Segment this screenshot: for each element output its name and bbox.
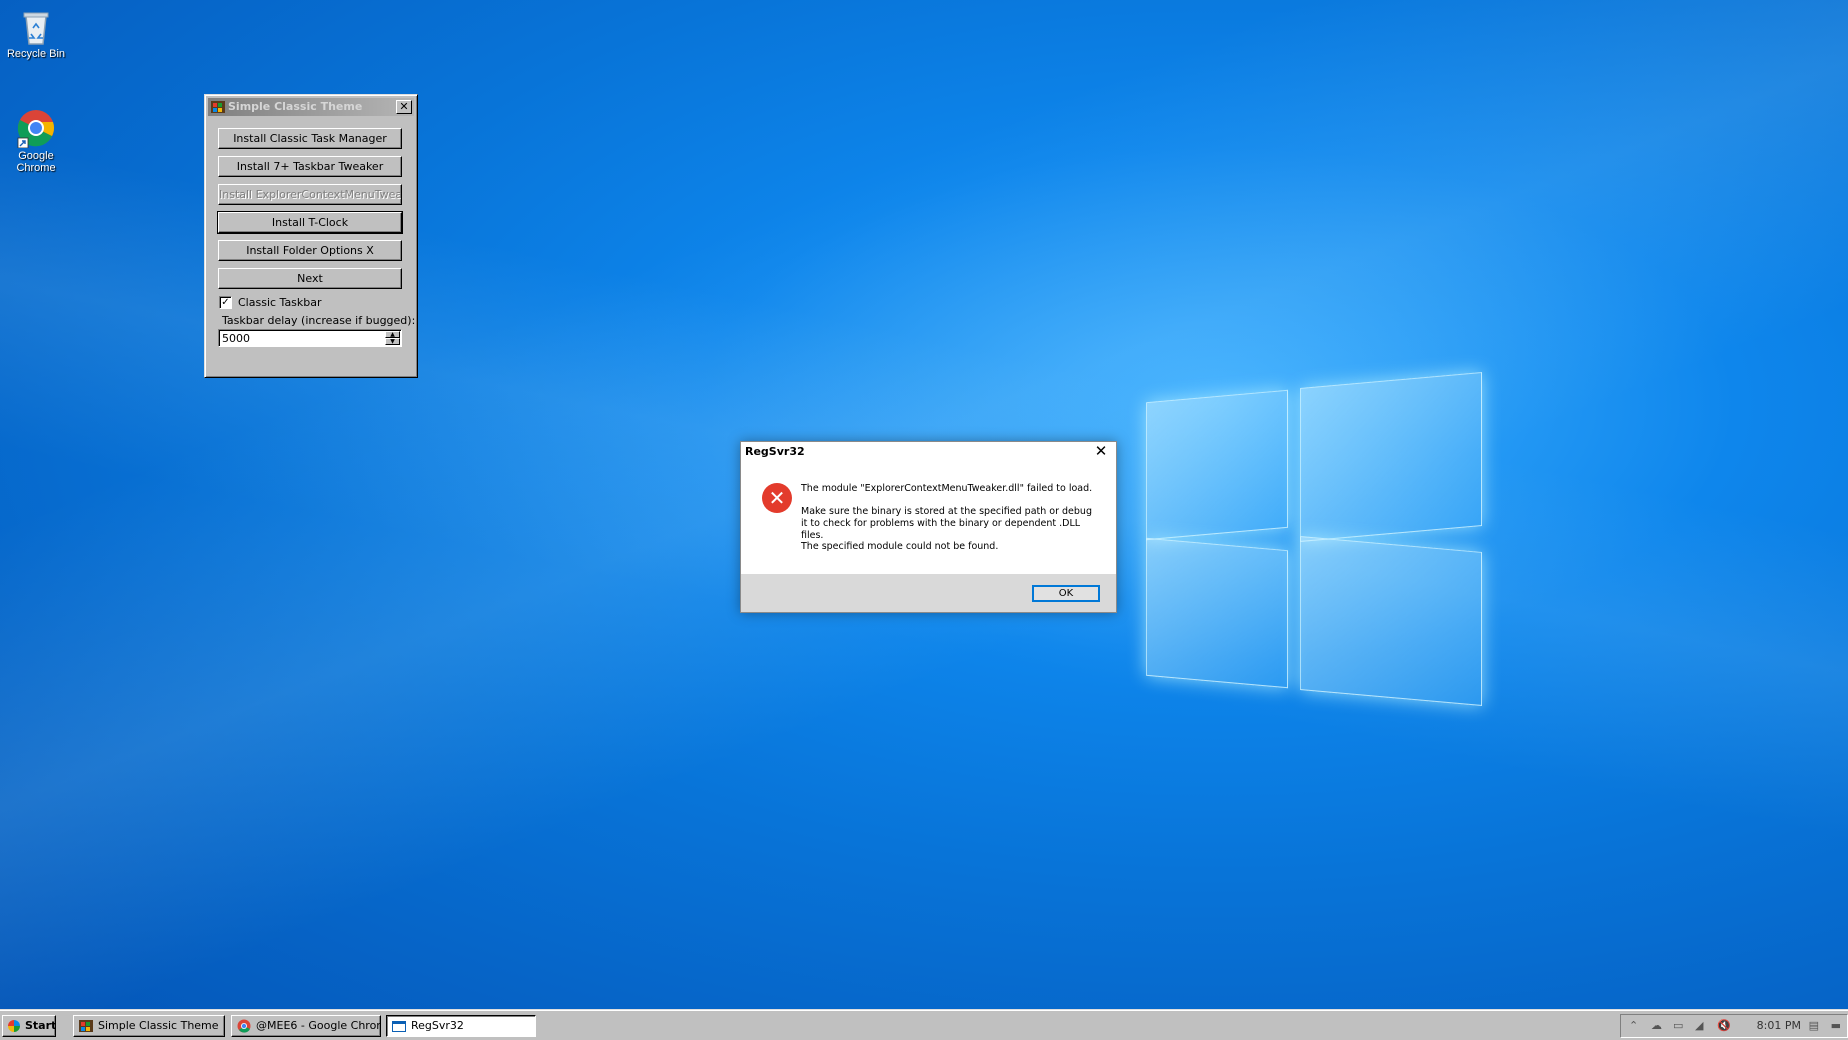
start-button[interactable]: Start [2,1015,56,1037]
network-icon[interactable]: ◢ [1695,1019,1703,1032]
dialog-message-line-2: Make sure the binary is stored at the sp… [801,506,1092,541]
regsvr32-error-dialog: RegSvr32 ✕ ✕ The module "ExplorerContext… [740,441,1117,613]
taskbar-button-simple-classic-theme[interactable]: Simple Classic Theme [73,1015,225,1037]
windows-logo-wallpaper [1146,366,1486,716]
desktop: Recycle Bin Google Chrome Simple Classic… [0,0,1848,1009]
classic-taskbar-checkbox-row[interactable]: ✓ Classic Taskbar [219,296,322,309]
close-icon: ✕ [399,100,409,113]
clock[interactable]: 8:01 PM [1757,1019,1801,1032]
taskbar-button-label: RegSvr32 [411,1019,464,1032]
chevron-up-icon[interactable]: ⌃ [1629,1019,1638,1032]
taskbar-delay-input[interactable]: 5000 [222,332,250,345]
windows-flag-icon [8,1020,20,1032]
dialog-button-bar: OK [741,574,1116,612]
taskbar-button-label: Simple Classic Theme [98,1019,219,1032]
action-center-icon[interactable]: ▤ [1809,1019,1819,1032]
dialog-message-line-1: The module "ExplorerContextMenuTweaker.d… [801,483,1093,494]
desktop-icon-recycle-bin[interactable]: Recycle Bin [0,6,72,60]
dialog-title: RegSvr32 [745,445,805,458]
volume-muted-icon[interactable]: 🔇 [1717,1019,1731,1032]
spin-up-arrow-icon[interactable]: ▲ [385,331,400,338]
taskbar: Start Simple Classic Theme @MEE6 - Googl… [0,1009,1848,1040]
close-button[interactable]: ✕ [396,100,412,114]
dialog-message-line-3: The specified module could not be found. [801,541,999,552]
install-t-clock-button[interactable]: Install T-Clock [217,211,403,234]
taskbar-delay-label: Taskbar delay (increase if bugged): [222,314,416,327]
cloud-icon[interactable]: ☁ [1651,1019,1662,1032]
show-desktop-icon[interactable]: ▬ [1831,1019,1841,1032]
spin-down-arrow-icon[interactable]: ▼ [385,338,400,345]
chrome-icon [16,108,56,149]
close-icon[interactable]: ✕ [1090,442,1112,460]
desktop-icon-chrome[interactable]: Google Chrome [0,108,72,174]
window-icon [392,1019,406,1033]
window-title: Simple Classic Theme [228,100,363,113]
taskbar-button-google-chrome[interactable]: @MEE6 - Google Chrome [231,1015,381,1037]
classic-taskbar-label: Classic Taskbar [238,296,322,309]
install-taskbar-tweaker-button[interactable]: Install 7+ Taskbar Tweaker [218,156,402,177]
install-folder-options-x-button[interactable]: Install Folder Options X [218,240,402,261]
next-button[interactable]: Next [218,268,402,289]
taskbar-button-label: @MEE6 - Google Chrome [256,1019,381,1032]
ok-button[interactable]: OK [1032,585,1100,602]
taskbar-delay-spinner[interactable]: 5000 ▲ ▼ [218,329,402,347]
chrome-icon [237,1019,251,1033]
start-label: Start [25,1019,57,1032]
simple-classic-theme-window: Simple Classic Theme ✕ Install Classic T… [204,94,418,378]
install-classic-task-manager-button[interactable]: Install Classic Task Manager [218,128,402,149]
recycle-bin-icon [16,6,56,46]
system-tray: ⌃ ☁ ▭ ◢ 🔇 8:01 PM ▤ ▬ [1620,1014,1848,1038]
classic-taskbar-checkbox[interactable]: ✓ [219,296,232,309]
taskbar-button-regsvr32[interactable]: RegSvr32 [386,1015,536,1037]
app-icon [211,100,225,114]
desktop-icon-label: Recycle Bin [6,48,66,60]
app-icon [79,1019,93,1033]
window-title-bar[interactable]: Simple Classic Theme ✕ [208,98,414,116]
battery-icon[interactable]: ▭ [1673,1019,1683,1032]
install-explorer-context-menu-tweaker-button: Install ExplorerContextMenuTweaker [218,184,402,205]
desktop-icon-label: Google Chrome [16,150,56,174]
error-icon: ✕ [762,483,792,513]
